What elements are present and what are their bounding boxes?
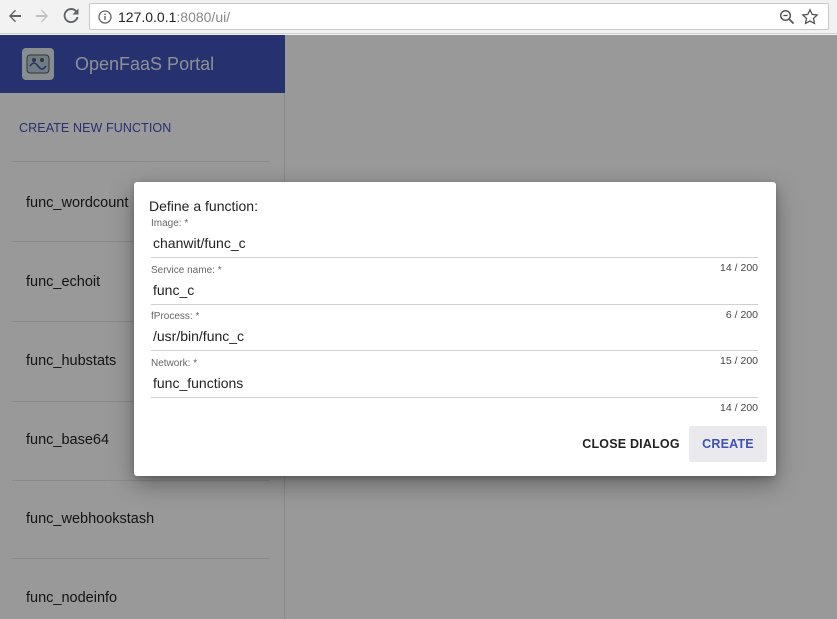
image-field: Image: * 14 / 200 [151, 218, 758, 274]
fprocess-label: fProcess: * [151, 311, 200, 322]
create-button[interactable]: CREATE [689, 426, 767, 462]
url-host: 127.0.0.1 [118, 9, 177, 25]
back-button[interactable] [5, 6, 25, 26]
zoom-icon[interactable] [779, 9, 795, 25]
service-name-underline [151, 304, 758, 305]
network-label: Network: * [151, 358, 198, 369]
fprocess-field: fProcess: * 15 / 200 [151, 311, 758, 367]
service-name-label: Service name: * [151, 265, 222, 276]
image-input[interactable] [151, 231, 758, 255]
define-function-dialog: Define a function: Image: * 14 / 200 Ser… [134, 182, 776, 476]
service-name-input[interactable] [151, 278, 758, 302]
back-arrow-icon [9, 9, 21, 23]
network-input[interactable] [151, 371, 758, 395]
star-icon[interactable] [801, 8, 819, 26]
reload-icon [63, 8, 79, 24]
info-icon[interactable] [98, 10, 112, 24]
forward-button[interactable] [32, 6, 52, 26]
close-dialog-button[interactable]: CLOSE DIALOG [581, 426, 681, 462]
network-counter: 14 / 200 [720, 402, 758, 414]
dialog-actions: CLOSE DIALOG CREATE [134, 424, 776, 476]
service-name-field: Service name: * 6 / 200 [151, 265, 758, 321]
address-bar[interactable]: 127.0.0.1:8080/ui/ [89, 3, 829, 30]
browser-toolbar: 127.0.0.1:8080/ui/ [0, 0, 837, 34]
network-field: Network: * 14 / 200 [151, 358, 758, 414]
url-text: 127.0.0.1:8080/ui/ [118, 9, 230, 25]
image-label: Image: * [151, 218, 189, 229]
fprocess-input[interactable] [151, 324, 758, 348]
image-underline [151, 257, 758, 258]
forward-arrow-icon [36, 9, 48, 23]
url-path: :8080/ui/ [176, 9, 231, 25]
reload-button[interactable] [61, 6, 81, 26]
network-underline [151, 397, 758, 398]
fprocess-underline [151, 350, 758, 351]
dialog-title: Define a function: [149, 198, 258, 214]
